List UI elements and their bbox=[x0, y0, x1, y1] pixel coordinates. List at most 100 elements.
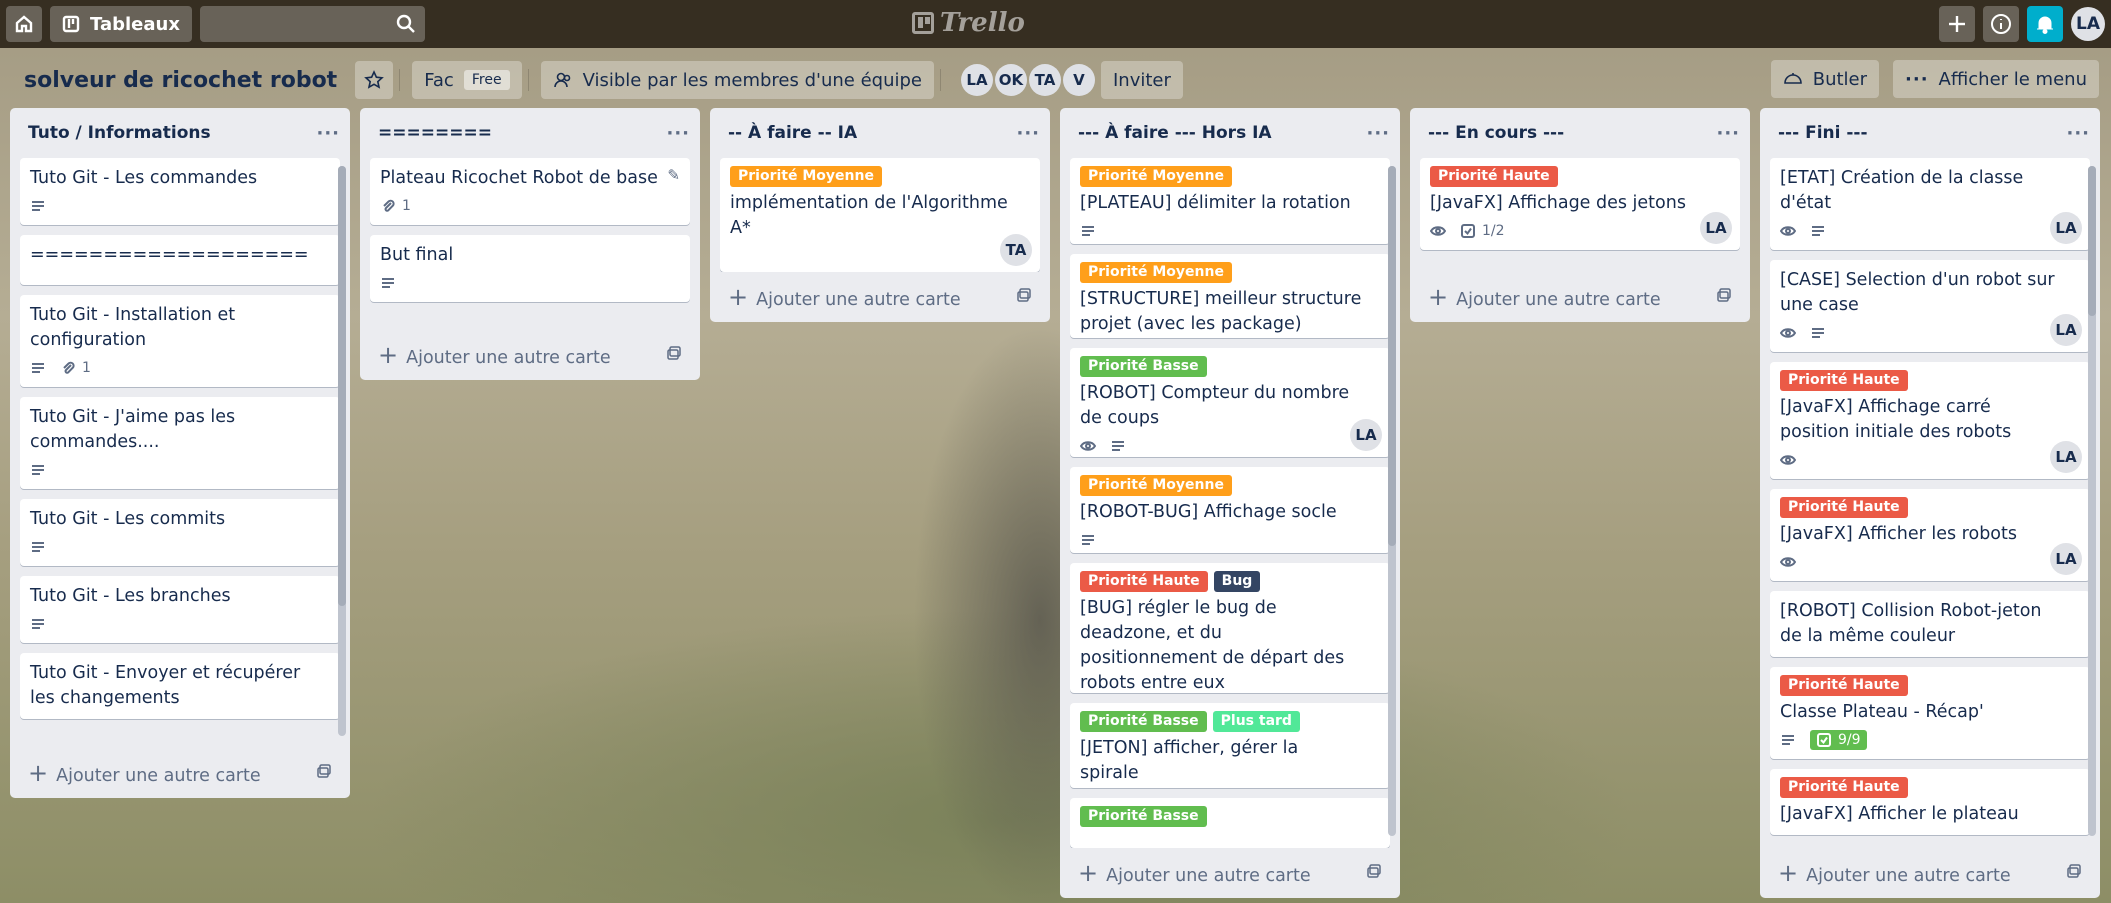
card[interactable]: Priorité Moyenne implémentation de l'Algo… bbox=[720, 158, 1040, 272]
list-title[interactable]: --- Fini --- bbox=[1778, 123, 1868, 143]
list-scrollbar[interactable] bbox=[1388, 166, 1396, 836]
boards-button[interactable]: Tableaux bbox=[50, 6, 192, 42]
card[interactable]: Tuto Git - Installation et configuration… bbox=[20, 295, 340, 387]
add-card-button[interactable]: + Ajouter une autre carte bbox=[710, 272, 1050, 322]
card[interactable]: Tuto Git - Les commits bbox=[20, 499, 340, 566]
scrollbar-thumb[interactable] bbox=[338, 166, 346, 606]
card-label[interactable]: Priorité Haute bbox=[1780, 370, 1908, 391]
card[interactable]: Tuto Git - J'aime pas les commandes.... bbox=[20, 397, 340, 489]
card-template-icon[interactable] bbox=[316, 763, 332, 784]
card-label[interactable]: Priorité Haute bbox=[1780, 777, 1908, 798]
card[interactable]: Priorité Haute [JavaFX] Afficher le plate… bbox=[1770, 769, 2090, 835]
add-card-button[interactable]: + Ajouter une autre carte bbox=[1410, 272, 1750, 322]
list-menu-icon[interactable]: ··· bbox=[1366, 123, 1390, 144]
list-header[interactable]: --- Fini --- ··· bbox=[1760, 108, 2100, 158]
card-label[interactable]: Plus tard bbox=[1212, 711, 1300, 733]
member-avatar[interactable]: OK bbox=[994, 64, 1027, 96]
card-template-icon[interactable] bbox=[1716, 287, 1732, 308]
list-scrollbar[interactable] bbox=[338, 166, 346, 736]
invite-button[interactable]: Inviter bbox=[1100, 61, 1183, 99]
home-button[interactable] bbox=[6, 6, 42, 42]
notifications-button[interactable] bbox=[2027, 6, 2063, 42]
trello-logo[interactable]: Trello bbox=[912, 8, 1025, 38]
star-button[interactable] bbox=[355, 61, 394, 99]
member-avatar[interactable]: V bbox=[1062, 64, 1095, 96]
list-header[interactable]: -- À faire -- IA ··· bbox=[710, 108, 1050, 158]
list-menu-icon[interactable]: ··· bbox=[2066, 123, 2090, 144]
scrollbar-thumb[interactable] bbox=[1388, 166, 1396, 546]
list-menu-icon[interactable]: ··· bbox=[1016, 123, 1040, 144]
list-menu-icon[interactable]: ··· bbox=[1716, 123, 1740, 144]
card[interactable]: [CASE] Selection d'un robot sur une case… bbox=[1770, 260, 2090, 352]
card[interactable]: =================== bbox=[20, 235, 340, 285]
card-member-avatar[interactable]: LA bbox=[2050, 441, 2082, 473]
card[interactable]: Tuto Git - Envoyer et récupérer les chan… bbox=[20, 653, 340, 719]
list-title[interactable]: -- À faire -- IA bbox=[728, 123, 857, 143]
card-member-avatar[interactable]: TA bbox=[1000, 234, 1032, 266]
card-label[interactable]: Priorité Moyenne bbox=[1080, 166, 1232, 187]
card[interactable]: Priorité Basse [ROBOT] Compteur du nombre… bbox=[1070, 348, 1390, 457]
card[interactable]: Priorité Haute [JavaFX] Affichage des jet… bbox=[1420, 158, 1740, 250]
list-header[interactable]: --- À faire --- Hors IA ··· bbox=[1060, 108, 1400, 158]
card[interactable]: Tuto Git - Les branches bbox=[20, 576, 340, 643]
board-title[interactable]: solveur de ricochet robot bbox=[12, 68, 349, 93]
card[interactable]: Priorité Haute Classe Plateau - Récap' 9/9 bbox=[1770, 667, 2090, 759]
member-avatar[interactable]: LA bbox=[960, 64, 993, 96]
card-label[interactable]: Priorité Basse bbox=[1080, 806, 1207, 827]
card-template-icon[interactable] bbox=[1366, 863, 1382, 884]
card-label[interactable]: Priorité Moyenne bbox=[1080, 261, 1232, 283]
card[interactable]: Priorité Haute [JavaFX] Afficher les robo… bbox=[1770, 489, 2090, 581]
card-template-icon[interactable] bbox=[2066, 863, 2082, 884]
card[interactable]: Priorité Haute Bug [BUG] régler le bug de … bbox=[1070, 562, 1390, 694]
card[interactable]: Priorité Basse bbox=[1070, 798, 1390, 848]
card-label[interactable]: Priorité Moyenne bbox=[730, 166, 882, 187]
list-menu-icon[interactable]: ··· bbox=[316, 123, 340, 144]
list-title[interactable]: --- En cours --- bbox=[1428, 123, 1564, 143]
card[interactable]: Plateau Ricochet Robot de base ✎ 1 bbox=[370, 158, 690, 225]
card-member-avatar[interactable]: LA bbox=[2050, 543, 2082, 575]
card-label[interactable]: Priorité Haute bbox=[1430, 166, 1558, 187]
add-card-button[interactable]: + Ajouter une autre carte bbox=[1760, 848, 2100, 898]
list-title[interactable]: Tuto / Informations bbox=[28, 123, 211, 143]
card-label[interactable]: Priorité Haute bbox=[1080, 570, 1208, 592]
member-avatar[interactable]: TA bbox=[1028, 64, 1061, 96]
card-label[interactable]: Priorité Haute bbox=[1780, 675, 1908, 696]
card[interactable]: Tuto Git - Les commandes bbox=[20, 158, 340, 225]
list-menu-icon[interactable]: ··· bbox=[666, 123, 690, 144]
card-label[interactable]: Priorité Moyenne bbox=[1080, 475, 1232, 496]
add-card-button[interactable]: + Ajouter une autre carte bbox=[10, 748, 350, 798]
card-member-avatar[interactable]: LA bbox=[2050, 314, 2082, 346]
list-scrollbar[interactable] bbox=[2088, 166, 2096, 836]
card[interactable]: Priorité Haute [JavaFX] Affichage carré p… bbox=[1770, 362, 2090, 479]
info-button[interactable] bbox=[1983, 6, 2019, 42]
card[interactable]: Priorité Basse Plus tard [JETON] afficher,… bbox=[1070, 703, 1390, 788]
butler-button[interactable]: Butler bbox=[1770, 60, 1880, 98]
edit-icon[interactable]: ✎ bbox=[667, 166, 680, 184]
create-button[interactable] bbox=[1939, 6, 1975, 42]
user-avatar[interactable]: LA bbox=[2071, 7, 2105, 41]
search-input[interactable] bbox=[199, 6, 425, 42]
add-card-button[interactable]: + Ajouter une autre carte bbox=[360, 330, 700, 380]
card[interactable]: But final bbox=[370, 235, 690, 302]
team-button[interactable]: Fac Free bbox=[412, 61, 522, 99]
list-title[interactable]: --- À faire --- Hors IA bbox=[1078, 123, 1272, 143]
list-header[interactable]: Tuto / Informations ··· bbox=[10, 108, 350, 158]
add-card-button[interactable]: + Ajouter une autre carte bbox=[1060, 848, 1400, 898]
visibility-button[interactable]: Visible par les membres d'une équipe bbox=[540, 61, 934, 99]
scrollbar-thumb[interactable] bbox=[2088, 166, 2096, 316]
card-template-icon[interactable] bbox=[1016, 287, 1032, 308]
card-member-avatar[interactable]: LA bbox=[1700, 212, 1732, 244]
card[interactable]: Priorité Moyenne [PLATEAU] délimiter la r… bbox=[1070, 158, 1390, 244]
list-header[interactable]: ======== ··· bbox=[360, 108, 700, 158]
card[interactable]: [ETAT] Création de la classe d'état LA bbox=[1770, 158, 2090, 250]
list-header[interactable]: --- En cours --- ··· bbox=[1410, 108, 1750, 158]
list-title[interactable]: ======== bbox=[378, 123, 492, 143]
card-label[interactable]: Bug bbox=[1213, 570, 1261, 592]
show-menu-button[interactable]: ··· Afficher le menu bbox=[1893, 60, 2099, 98]
card-member-avatar[interactable]: LA bbox=[2050, 212, 2082, 244]
card[interactable]: [ROBOT] Collision Robot-jeton de la même… bbox=[1770, 591, 2090, 657]
card[interactable]: Priorité Moyenne [ROBOT-BUG] Affichage so… bbox=[1070, 467, 1390, 553]
card-member-avatar[interactable]: LA bbox=[1350, 419, 1382, 451]
card-label[interactable]: Priorité Basse bbox=[1080, 711, 1207, 733]
card-label[interactable]: Priorité Basse bbox=[1080, 356, 1207, 378]
